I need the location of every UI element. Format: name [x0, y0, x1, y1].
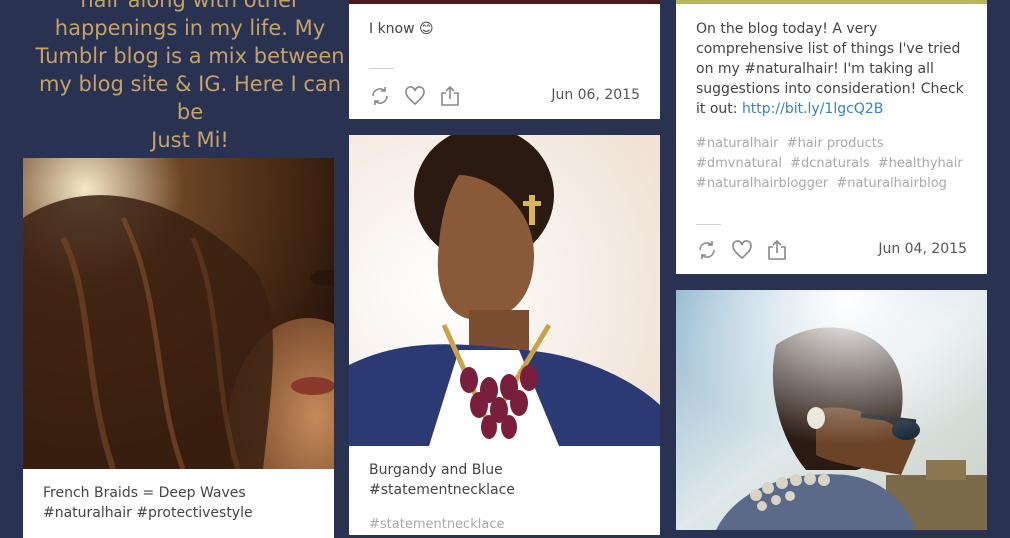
divider — [696, 224, 721, 225]
intro-line: Just Mi! — [151, 128, 229, 152]
card-top-strip — [349, 0, 660, 4]
post-card-necklace[interactable]: Burgandy and Blue #statementnecklace #st… — [349, 135, 660, 535]
intro-line: hair along with other — [80, 0, 300, 12]
divider — [369, 68, 394, 69]
tag-link[interactable]: #healthyhair — [878, 156, 963, 171]
reblog-icon[interactable] — [369, 85, 391, 107]
post-card-sunglasses[interactable] — [676, 290, 987, 530]
post-tags: #naturalhair #hair products #dmvnatural … — [696, 134, 973, 194]
post-text: On the blog today! A very comprehensive … — [676, 19, 987, 119]
tag-link[interactable]: #naturalhairblogger — [696, 176, 828, 191]
caption-line: Burgandy and Blue — [369, 462, 503, 478]
post-date[interactable]: Jun 06, 2015 — [551, 87, 640, 103]
post-card-text[interactable]: I know 😊 Jun 06, 2015 — [349, 0, 660, 119]
heart-icon[interactable] — [731, 239, 753, 261]
tag-link[interactable]: #dmvnatural — [696, 156, 782, 171]
caption-line: #statementnecklace — [369, 482, 515, 498]
post-card-blog[interactable]: On the blog today! A very comprehensive … — [676, 0, 987, 274]
blog-description: hair along with other happenings in my l… — [23, 0, 357, 154]
intro-line: Tumblr blog is a mix between — [35, 44, 345, 68]
post-date[interactable]: Jun 04, 2015 — [878, 241, 967, 257]
tag-link[interactable]: #naturalhair — [696, 136, 779, 151]
post-photo-necklace[interactable] — [349, 135, 660, 446]
post-text: I know 😊 — [369, 21, 434, 37]
post-actions: Jun 04, 2015 — [696, 239, 967, 263]
post-card-braids[interactable]: French Braids = Deep Waves #naturalhair … — [23, 158, 334, 538]
post-photo-sunglasses[interactable] — [676, 290, 987, 530]
share-icon[interactable] — [766, 239, 788, 261]
tag-link[interactable]: #naturalhairblog — [836, 176, 947, 191]
intro-line: my blog site & IG. Here I can be — [38, 72, 342, 124]
reblog-icon[interactable] — [696, 239, 718, 261]
post-actions: Jun 06, 2015 — [369, 85, 640, 109]
post-caption: French Braids = Deep Waves #naturalhair … — [43, 485, 253, 521]
post-caption: Burgandy and Blue #statementnecklace — [349, 460, 660, 500]
share-icon[interactable] — [439, 85, 461, 107]
intro-line: happenings in my life. My — [54, 16, 326, 40]
tag-link[interactable]: #hair products — [787, 136, 884, 151]
heart-icon[interactable] — [404, 85, 426, 107]
card-top-strip — [676, 0, 987, 4]
post-tags: #statementnecklace — [369, 515, 646, 535]
post-link[interactable]: http://bit.ly/1lgcQ2B — [742, 101, 883, 117]
tag-link[interactable]: #dcnaturals — [790, 156, 870, 171]
post-photo-braids[interactable] — [23, 158, 334, 469]
